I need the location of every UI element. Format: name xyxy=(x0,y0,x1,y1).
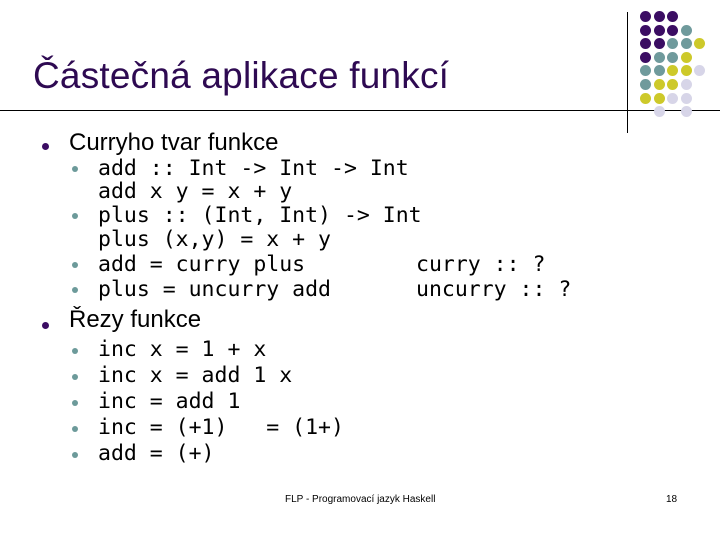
code-line: inc x = 1 + x xyxy=(98,337,267,362)
code-line: plus (x,y) = x + y xyxy=(98,227,331,252)
decorative-vertical-line xyxy=(627,12,628,133)
section-heading-curry: Curryho tvar funkce xyxy=(69,129,279,156)
decorative-dot-lavender xyxy=(680,92,692,104)
code-line: plus :: (Int, Int) -> Int xyxy=(98,203,422,228)
decorative-dot-yellow xyxy=(680,51,692,63)
decorative-dot-teal xyxy=(653,65,665,77)
code-line: add x y = x + y xyxy=(98,179,293,204)
decorative-dot-purple xyxy=(653,38,665,50)
slide-title: Částečná aplikace funkcí xyxy=(33,55,450,96)
decorative-dot-teal xyxy=(680,38,692,50)
decorative-dot-yellow xyxy=(653,92,665,104)
bullet-level1-icon xyxy=(42,322,49,329)
decorative-dot-teal xyxy=(640,65,651,77)
bullet-level1-icon xyxy=(42,143,49,150)
code-note: curry :: ? xyxy=(416,252,546,277)
bullet-level2-icon xyxy=(72,426,78,432)
code-line: add = (+) xyxy=(98,441,215,466)
code-line: plus = uncurry add xyxy=(98,277,331,302)
decorative-dot-purple xyxy=(653,11,665,22)
decorative-dot-lavender xyxy=(653,106,665,118)
decorative-dot-teal xyxy=(653,51,665,63)
code-line: inc = (+1) = (1+) xyxy=(98,415,344,440)
bullet-level2-icon xyxy=(72,166,78,172)
decorative-dot-purple xyxy=(667,11,679,22)
decorative-dot-purple xyxy=(653,24,665,36)
decorative-dot-purple xyxy=(640,51,651,63)
decorative-dot-teal xyxy=(680,24,692,36)
decorative-dot-purple xyxy=(640,24,651,36)
bullet-level2-icon xyxy=(72,452,78,458)
decorative-dot-purple xyxy=(640,11,651,22)
code-line: inc = add 1 xyxy=(98,389,241,414)
decorative-dot-lavender xyxy=(680,79,692,90)
section-heading-sections: Řezy funkce xyxy=(69,306,202,333)
decorative-dot-lavender xyxy=(680,106,692,118)
bullet-level2-icon xyxy=(72,262,78,268)
decorative-dot-yellow xyxy=(640,92,651,104)
bullet-level2-icon xyxy=(72,213,78,219)
decorative-dot-teal xyxy=(667,38,679,50)
title-divider-line xyxy=(0,110,720,111)
code-line: add :: Int -> Int -> Int xyxy=(98,156,409,181)
bullet-level2-icon xyxy=(72,400,78,406)
bullet-level2-icon xyxy=(72,287,78,293)
decorative-dot-yellow xyxy=(680,65,692,77)
decorative-dot-purple xyxy=(667,24,679,36)
code-line: inc x = add 1 x xyxy=(98,363,293,388)
page-number: 18 xyxy=(666,494,678,505)
decorative-dot-yellow xyxy=(667,65,679,77)
bullet-level2-icon xyxy=(72,374,78,380)
code-line: add = curry plus xyxy=(98,252,306,277)
decorative-dot-lavender xyxy=(694,65,706,77)
decorative-dot-teal xyxy=(640,79,651,90)
decorative-dot-teal xyxy=(667,51,679,63)
decorative-dot-yellow xyxy=(653,79,665,90)
code-note: uncurry :: ? xyxy=(416,277,572,302)
bullet-level2-icon xyxy=(72,348,78,354)
decorative-dot-yellow xyxy=(694,38,706,50)
decorative-dot-yellow xyxy=(667,79,679,90)
footer-text: FLP - Programovací jazyk Haskell xyxy=(285,494,436,505)
decorative-dot-lavender xyxy=(667,92,679,104)
decorative-dot-purple xyxy=(640,38,651,50)
